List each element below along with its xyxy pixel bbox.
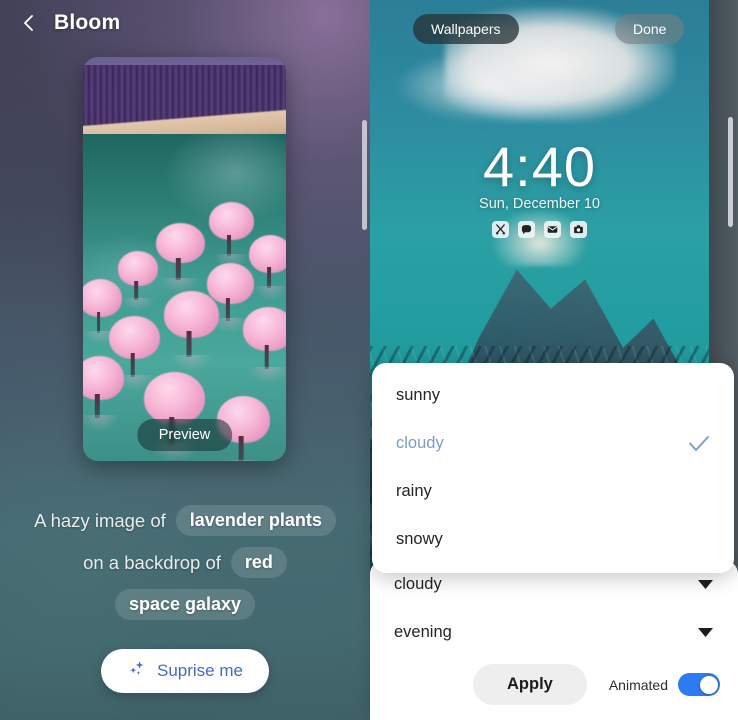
dropdown-option-rainy[interactable]: rainy [372, 467, 734, 515]
lock-screen-date: Sun, December 10 [479, 196, 600, 212]
page-title: Bloom [54, 11, 121, 34]
animated-toggle-group: Animated [609, 673, 720, 696]
toggle-knob [699, 675, 718, 694]
artwork-tree [249, 234, 286, 300]
caret-down-icon[interactable] [697, 627, 714, 638]
surprise-me-button[interactable]: Suprise me [101, 649, 269, 693]
dropdown-option-snowy[interactable]: snowy [372, 515, 734, 563]
left-panel-header: Bloom [0, 0, 370, 46]
prompt-chip-subject[interactable]: lavender plants [175, 505, 336, 536]
prompt-line-3: space galaxy [114, 589, 256, 620]
check-icon [688, 435, 710, 452]
cloud-icon [397, 50, 584, 123]
chevron-left-icon [19, 13, 39, 33]
mail-icon[interactable] [544, 221, 561, 238]
apply-button[interactable]: Apply [473, 664, 587, 705]
dropdown-option-label: sunny [396, 385, 441, 404]
prompt-static-text: on a backdrop of [83, 551, 221, 573]
prompt-chip-color[interactable]: red [230, 547, 287, 578]
animated-label: Animated [608, 676, 668, 693]
artwork-tree [156, 222, 205, 293]
dropdown-option-label: cloudy [396, 433, 444, 452]
wallpapers-button[interactable]: Wallpapers [413, 14, 519, 44]
left-panel-scrollbar[interactable] [362, 120, 367, 230]
generated-wallpaper-panel: Bloom Preview A hazy image of lavender p… [0, 0, 370, 720]
sparkle-icon [127, 659, 146, 683]
dropdown-option-cloudy[interactable]: cloudy [372, 419, 734, 467]
artwork-tree [164, 291, 219, 372]
weather-select-value: cloudy [394, 574, 442, 593]
time-of-day-select-row[interactable]: evening [370, 608, 738, 656]
animated-toggle[interactable] [678, 673, 720, 696]
weather-dropdown-menu: sunny cloudy rainy snowy [372, 363, 734, 573]
wallpaper-preview-card[interactable]: Preview [83, 57, 286, 461]
camera-icon[interactable] [570, 221, 587, 238]
lock-screen-clock: 4:40 [483, 135, 596, 198]
options-bottom-sheet: cloudy evening Apply Animated [370, 560, 738, 720]
artwork-tree [117, 250, 159, 311]
artwork-tree [208, 202, 254, 268]
artwork-tree [83, 355, 124, 432]
caret-down-icon[interactable] [697, 579, 714, 590]
prompt-static-text: A hazy image of [34, 509, 166, 531]
dropdown-option-sunny[interactable]: sunny [372, 371, 734, 419]
prompt-line-1: A hazy image of lavender plants [34, 505, 336, 536]
prompt-line-2: on a backdrop of red [83, 547, 287, 578]
artwork-tree [243, 307, 286, 383]
generated-artwork [83, 57, 286, 461]
done-button[interactable]: Done [615, 14, 685, 44]
back-button[interactable] [18, 12, 40, 34]
dropdown-option-label: rainy [396, 481, 432, 500]
dropdown-option-label: snowy [396, 529, 443, 548]
time-of-day-select-value: evening [394, 622, 452, 641]
prompt-chip-backdrop[interactable]: space galaxy [114, 589, 256, 620]
notification-icon-row [370, 221, 709, 238]
preview-button[interactable]: Preview [136, 419, 233, 451]
sheet-action-row: Apply Animated [370, 656, 738, 705]
prompt-editor: A hazy image of lavender plants on a bac… [0, 505, 370, 693]
scissors-icon[interactable] [492, 221, 509, 238]
right-panel-scrollbar[interactable] [728, 117, 733, 227]
surprise-me-label: Suprise me [157, 661, 243, 680]
chat-bubble-icon[interactable] [518, 221, 535, 238]
